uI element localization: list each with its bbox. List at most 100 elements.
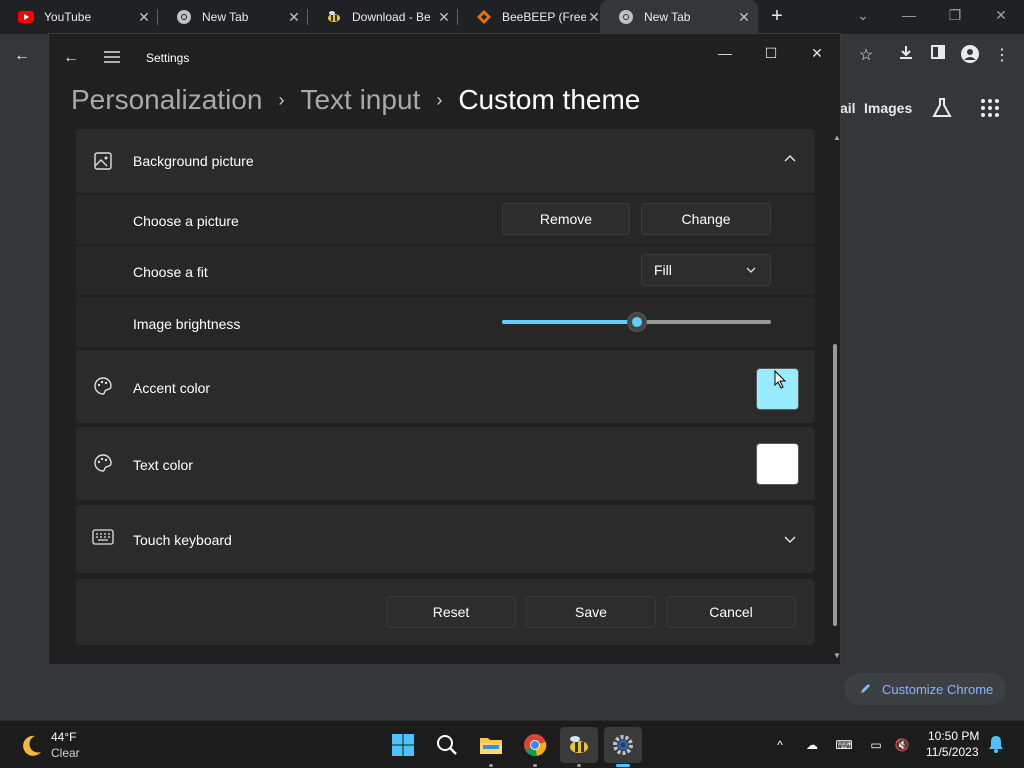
hamburger-menu-icon[interactable] (103, 50, 121, 64)
close-tab-icon[interactable]: ✕ (136, 9, 152, 25)
close-tab-icon[interactable]: ✕ (736, 9, 752, 25)
choose-picture-row: Choose a picture Remove Change (76, 195, 815, 244)
minimize-icon[interactable]: — (886, 0, 932, 30)
breadcrumb-personalization[interactable]: Personalization (71, 84, 262, 116)
beebeep-taskbar-icon[interactable] (560, 727, 598, 763)
picture-icon (93, 151, 113, 171)
tab-title: New Tab (644, 10, 691, 24)
breadcrumb-text-input[interactable]: Text input (300, 84, 420, 116)
customize-chrome-button[interactable]: Customize Chrome (844, 673, 1006, 705)
network-icon[interactable]: ▭ (866, 735, 886, 755)
notification-bell-icon[interactable] (988, 735, 1004, 753)
clock-time[interactable]: 10:50 PM (928, 729, 979, 743)
bookmark-star-icon[interactable]: ☆ (854, 44, 878, 68)
theme-footer: Reset Save Cancel (76, 579, 815, 645)
chrome-icon (618, 9, 634, 25)
beebeep-site-icon (476, 9, 492, 25)
text-color-label: Text color (133, 457, 193, 473)
apps-grid-icon[interactable] (978, 96, 1002, 120)
chevron-up-icon[interactable]: ^ (770, 735, 790, 755)
remove-button[interactable]: Remove (502, 203, 630, 235)
youtube-icon (18, 9, 34, 25)
gmail-link[interactable]: ail (840, 100, 856, 116)
images-link[interactable]: Images (864, 100, 912, 116)
settings-gear-taskbar-icon[interactable] (604, 727, 642, 763)
slider-fill (502, 320, 637, 324)
change-button[interactable]: Change (641, 203, 771, 235)
slider-thumb[interactable] (626, 312, 647, 332)
background-picture-label: Background picture (133, 153, 254, 169)
chrome-taskbar-icon[interactable] (516, 727, 554, 763)
clock-date[interactable]: 11/5/2023 (926, 745, 979, 759)
labs-flask-icon[interactable] (930, 96, 954, 120)
cancel-button[interactable]: Cancel (666, 596, 796, 628)
tab-title: New Tab (202, 10, 249, 24)
fit-dropdown-value: Fill (654, 262, 672, 278)
save-button[interactable]: Save (526, 596, 656, 628)
choose-picture-label: Choose a picture (133, 213, 239, 229)
settings-scrollbar[interactable]: ▲ ▼ (833, 134, 841, 662)
touch-keyboard-expander[interactable]: Touch keyboard (76, 505, 815, 573)
tab-download-beebeep[interactable]: Download - Be ✕ (308, 0, 458, 34)
search-icon[interactable] (428, 727, 466, 763)
tab-new-tab[interactable]: New Tab ✕ (158, 0, 308, 34)
profile-icon[interactable] (958, 44, 982, 68)
fit-dropdown[interactable]: Fill (641, 254, 771, 286)
palette-icon (93, 453, 113, 473)
chevron-down-icon[interactable] (782, 531, 798, 547)
back-arrow-icon[interactable]: ← (63, 48, 83, 68)
beebeep-icon (326, 9, 342, 25)
pencil-icon (860, 682, 872, 697)
minimize-icon[interactable]: — (703, 38, 747, 68)
close-icon[interactable]: ✕ (978, 0, 1024, 30)
running-indicator (577, 764, 581, 767)
chevron-up-icon[interactable] (782, 151, 798, 167)
tab-search-chevron-icon[interactable]: ⌄ (840, 0, 886, 30)
chevron-right-icon: › (436, 89, 443, 110)
new-tab-button[interactable]: + (766, 5, 788, 27)
file-explorer-icon[interactable] (472, 727, 510, 763)
accent-color-row: Accent color (76, 350, 815, 423)
chevron-down-icon (746, 255, 756, 285)
more-menu-icon[interactable]: ⋮ (990, 44, 1014, 68)
brightness-slider[interactable] (502, 312, 771, 332)
choose-fit-label: Choose a fit (133, 264, 208, 280)
reset-button[interactable]: Reset (386, 596, 516, 628)
text-color-swatch[interactable] (756, 443, 799, 485)
start-button[interactable] (384, 727, 422, 763)
windows-logo-icon (392, 734, 414, 756)
weather-temperature[interactable]: 44°F (51, 730, 76, 744)
image-brightness-label: Image brightness (133, 316, 241, 332)
background-picture-expander[interactable]: Background picture (76, 129, 815, 193)
download-icon[interactable] (894, 44, 918, 68)
moon-weather-icon[interactable] (18, 733, 44, 759)
weather-condition[interactable]: Clear (51, 746, 80, 760)
tab-new-tab-active[interactable]: New Tab ✕ (600, 0, 758, 34)
tab-youtube[interactable]: YouTube ✕ (0, 0, 158, 34)
palette-icon (93, 376, 113, 396)
chrome-icon (176, 9, 192, 25)
tab-beebeep-free[interactable]: BeeBEEP (Free ✕ (458, 0, 608, 34)
tab-title: YouTube (44, 10, 92, 24)
side-panel-icon[interactable] (926, 44, 950, 68)
active-indicator (616, 764, 630, 767)
scroll-up-icon[interactable]: ▲ (833, 134, 841, 142)
scrollbar-thumb[interactable] (833, 344, 837, 626)
scroll-down-icon[interactable]: ▼ (833, 652, 841, 660)
close-tab-icon[interactable]: ✕ (286, 9, 302, 25)
keyboard-icon[interactable]: ⌨ (834, 735, 854, 755)
volume-muted-icon[interactable]: 🔇 (892, 735, 912, 755)
tab-title: Download - Be (352, 10, 431, 24)
back-arrow-icon[interactable]: ← (10, 44, 34, 68)
maximize-icon[interactable]: ❐ (932, 0, 978, 30)
accent-color-label: Accent color (133, 380, 211, 396)
page-title: Custom theme (458, 84, 641, 115)
cloud-offline-icon[interactable]: ☁ (802, 735, 822, 755)
browser-tab-strip: YouTube ✕ New Tab ✕ Download - Be ✕ BeeB… (0, 0, 1024, 34)
close-icon[interactable]: ✕ (795, 38, 839, 68)
running-indicator (533, 764, 537, 767)
chevron-right-icon: › (278, 89, 285, 110)
taskbar: 44°F Clear ^ ☁ ⌨ ▭ 🔇 10:50 PM 11/5/2023 (0, 720, 1024, 768)
maximize-icon[interactable]: ☐ (749, 38, 793, 68)
close-tab-icon[interactable]: ✕ (436, 9, 452, 25)
